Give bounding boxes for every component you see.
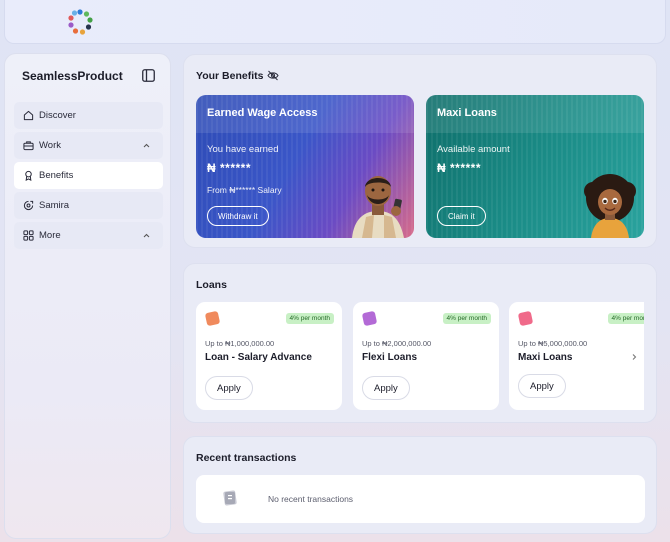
card-title: Maxi Loans (437, 107, 497, 119)
sidebar-item-samira[interactable]: Samira (14, 192, 163, 219)
home-icon (23, 110, 34, 121)
transactions-panel: Recent transactions No recent transactio… (183, 436, 657, 534)
loan-name: Maxi Loans (518, 352, 573, 363)
earned-wage-access-card[interactable]: Earned Wage Access You have earned ₦ ***… (196, 95, 414, 238)
sidebar-item-more[interactable]: More (14, 222, 163, 249)
chevron-up-icon[interactable] (142, 141, 151, 150)
rate-badge: 4% per month (285, 313, 334, 324)
apply-button[interactable]: Apply (205, 376, 253, 400)
loan-product-icon (204, 310, 221, 327)
logo-icon (68, 9, 93, 35)
loan-card-flexi-loans[interactable]: 4% per month Up to ₦2,000,000.00 Flexi L… (353, 302, 499, 410)
benefits-panel: Your Benefits Earned Wage Access You hav… (183, 54, 657, 248)
loans-carousel[interactable]: 4% per month Up to ₦1,000,000.00 Loan - … (184, 264, 644, 424)
sidebar-item-label: Discover (39, 110, 76, 121)
sidebar-item-work[interactable]: Work (14, 132, 163, 159)
man-illustration (352, 176, 404, 238)
loan-name: Loan - Salary Advance (205, 352, 312, 363)
loan-card-salary-advance[interactable]: 4% per month Up to ₦1,000,000.00 Loan - … (196, 302, 342, 410)
card-label: You have earned (207, 144, 279, 155)
sidebar-item-label: Work (39, 140, 61, 151)
grid-icon (23, 230, 34, 241)
card-amount: ₦ ****** (207, 161, 252, 175)
award-icon (25, 170, 32, 181)
loan-product-icon (361, 310, 378, 327)
loan-limit: Up to ₦2,000,000.00 (362, 339, 432, 348)
maxi-loans-card[interactable]: Maxi Loans Available amount ₦ ****** Cla… (426, 95, 644, 238)
woman-illustration (584, 174, 636, 238)
loan-name: Flexi Loans (362, 352, 418, 363)
card-amount: ₦ ****** (437, 161, 482, 175)
loan-card-maxi-loans[interactable]: 4% per month Up to ₦5,000,000.00 Maxi Lo… (509, 302, 644, 410)
sidebar-item-benefits[interactable]: Benefits (14, 162, 163, 189)
claim-button[interactable]: Claim it (437, 206, 486, 226)
sidebar: SeamlessProduct Discover Work Benefits S… (4, 53, 171, 539)
empty-state-text: No recent transactions (268, 494, 354, 504)
apply-button[interactable]: Apply (518, 374, 566, 398)
withdraw-button[interactable]: Withdraw it (207, 206, 269, 226)
card-title: Earned Wage Access (207, 107, 318, 119)
rate-badge: 4% per month (607, 313, 644, 324)
chevron-up-icon[interactable] (142, 231, 151, 240)
card-label: Available amount (437, 144, 510, 155)
briefcase-icon (23, 141, 34, 151)
rate-badge: 4% per month (442, 313, 491, 324)
sidebar-item-label: Samira (39, 200, 70, 211)
card-salary-note: From ₦****** Salary (207, 185, 282, 195)
top-bar (4, 0, 666, 44)
loan-product-icon (517, 310, 534, 327)
sidebar-toggle-icon[interactable] (142, 69, 155, 82)
transactions-title: Recent transactions (196, 452, 297, 464)
chevron-right-icon[interactable] (630, 353, 638, 361)
sidebar-item-label: Benefits (39, 170, 74, 181)
brand-name: SeamlessProduct (22, 69, 123, 83)
sidebar-item-discover[interactable]: Discover (14, 102, 163, 129)
sidebar-item-label: More (39, 230, 61, 241)
apply-button[interactable]: Apply (362, 376, 410, 400)
loans-panel: Loans 4% per month Up to ₦1,000,000.00 L… (183, 263, 657, 423)
assistant-icon (23, 200, 34, 211)
loan-limit: Up to ₦1,000,000.00 (205, 339, 275, 348)
empty-state: No recent transactions (196, 475, 645, 523)
benefits-title: Your Benefits (196, 70, 264, 82)
loan-limit: Up to ₦5,000,000.00 (518, 339, 588, 348)
empty-receipt-icon (223, 490, 237, 506)
eye-off-icon[interactable] (267, 70, 279, 81)
